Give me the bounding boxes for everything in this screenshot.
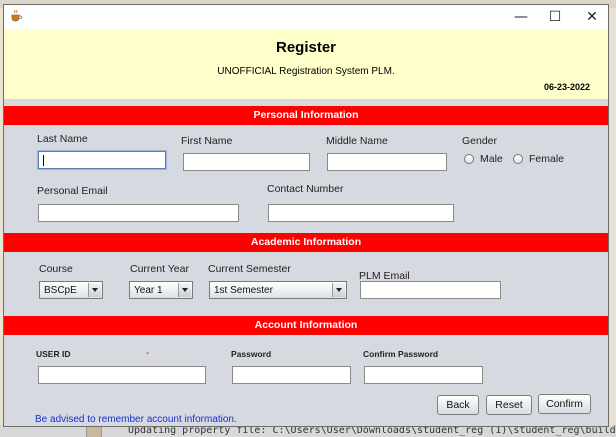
current-semester-select[interactable]: 1st Semester bbox=[209, 281, 347, 299]
personal-email-label: Personal Email bbox=[37, 185, 108, 197]
header-panel: Register UNOFFICIAL Registration System … bbox=[4, 29, 608, 99]
personal-info-header: Personal Information bbox=[4, 106, 608, 125]
user-id-marker: - bbox=[146, 348, 150, 359]
reset-button[interactable]: Reset bbox=[486, 395, 532, 415]
chevron-down-icon bbox=[178, 283, 191, 297]
chevron-down-icon bbox=[332, 283, 345, 297]
current-year-select[interactable]: Year 1 bbox=[129, 281, 193, 299]
page-subtitle: UNOFFICIAL Registration System PLM. bbox=[217, 66, 395, 77]
course-select[interactable]: BSCpE bbox=[39, 281, 103, 299]
account-info-header: Account Information bbox=[4, 316, 608, 335]
back-button[interactable]: Back bbox=[437, 395, 479, 415]
first-name-field[interactable] bbox=[183, 153, 310, 171]
confirm-password-label: Confirm Password bbox=[363, 349, 439, 359]
contact-number-label: Contact Number bbox=[267, 183, 344, 195]
java-cup-icon bbox=[11, 9, 23, 22]
female-radio[interactable] bbox=[513, 154, 523, 164]
contact-number-field[interactable] bbox=[268, 204, 454, 222]
title-bar[interactable]: — ☐ ✕ bbox=[4, 5, 608, 29]
confirm-password-field[interactable] bbox=[364, 366, 483, 384]
plm-email-field[interactable] bbox=[360, 281, 501, 299]
chevron-down-icon bbox=[88, 283, 101, 297]
maximize-button[interactable]: ☐ bbox=[536, 5, 574, 29]
advisory-note: Be advised to remember account informati… bbox=[35, 414, 237, 425]
last-name-label: Last Name bbox=[37, 133, 88, 145]
year-value: Year 1 bbox=[134, 285, 163, 296]
user-id-label: USER ID bbox=[36, 349, 71, 359]
confirm-button[interactable]: Confirm bbox=[538, 394, 591, 414]
personal-email-field[interactable] bbox=[38, 204, 239, 222]
current-semester-label: Current Semester bbox=[208, 263, 291, 275]
user-id-field[interactable] bbox=[38, 366, 206, 384]
female-label[interactable]: Female bbox=[529, 153, 564, 165]
password-field[interactable] bbox=[232, 366, 351, 384]
academic-info-header: Academic Information bbox=[4, 233, 608, 252]
male-radio[interactable] bbox=[464, 154, 474, 164]
register-window: — ☐ ✕ Register UNOFFICIAL Registration S… bbox=[3, 4, 609, 427]
current-year-label: Current Year bbox=[130, 263, 189, 275]
gender-label: Gender bbox=[462, 135, 498, 147]
course-label: Course bbox=[39, 263, 73, 275]
date-label: 06-23-2022 bbox=[543, 82, 590, 92]
middle-name-field[interactable] bbox=[327, 153, 447, 171]
password-label: Password bbox=[231, 349, 272, 359]
course-value: BSCpE bbox=[44, 285, 77, 296]
last-name-field[interactable] bbox=[38, 151, 166, 169]
page-title: Register bbox=[275, 39, 337, 56]
minimize-button[interactable]: — bbox=[502, 5, 540, 29]
first-name-label: First Name bbox=[181, 135, 233, 147]
middle-name-label: Middle Name bbox=[326, 135, 388, 147]
male-label[interactable]: Male bbox=[480, 153, 503, 165]
semester-value: 1st Semester bbox=[214, 285, 273, 296]
close-button[interactable]: ✕ bbox=[573, 5, 608, 29]
text-caret bbox=[43, 155, 44, 166]
